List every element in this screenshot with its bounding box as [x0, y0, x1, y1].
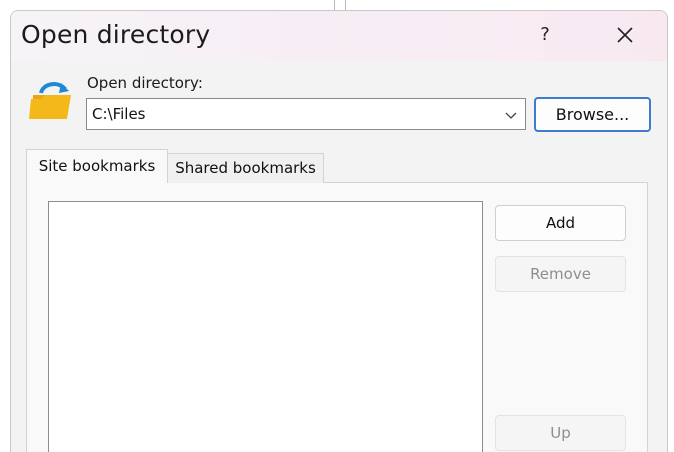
bookmark-list[interactable]: [48, 201, 483, 452]
tab-site-bookmarks[interactable]: Site bookmarks: [26, 149, 168, 183]
directory-combobox[interactable]: C:\Files: [86, 98, 526, 130]
folder-open-icon: [29, 82, 71, 119]
background-separator: [334, 0, 346, 10]
page: Open directory ? Open directory: C:\File…: [0, 0, 674, 452]
add-button[interactable]: Add: [495, 205, 626, 241]
title-bar[interactable]: Open directory ?: [11, 11, 667, 61]
up-button[interactable]: Up: [495, 415, 626, 451]
browse-button[interactable]: Browse...: [534, 97, 651, 132]
open-directory-dialog: Open directory ? Open directory: C:\File…: [10, 10, 668, 452]
close-icon: [617, 27, 633, 43]
dialog-title: Open directory: [21, 20, 211, 49]
chevron-down-icon[interactable]: [503, 107, 519, 123]
close-button[interactable]: [605, 17, 645, 53]
tab-shared-bookmarks[interactable]: Shared bookmarks: [168, 153, 324, 183]
open-directory-label: Open directory:: [87, 74, 203, 92]
help-button[interactable]: ?: [527, 17, 563, 53]
directory-value: C:\Files: [92, 105, 146, 123]
remove-button[interactable]: Remove: [495, 256, 626, 292]
